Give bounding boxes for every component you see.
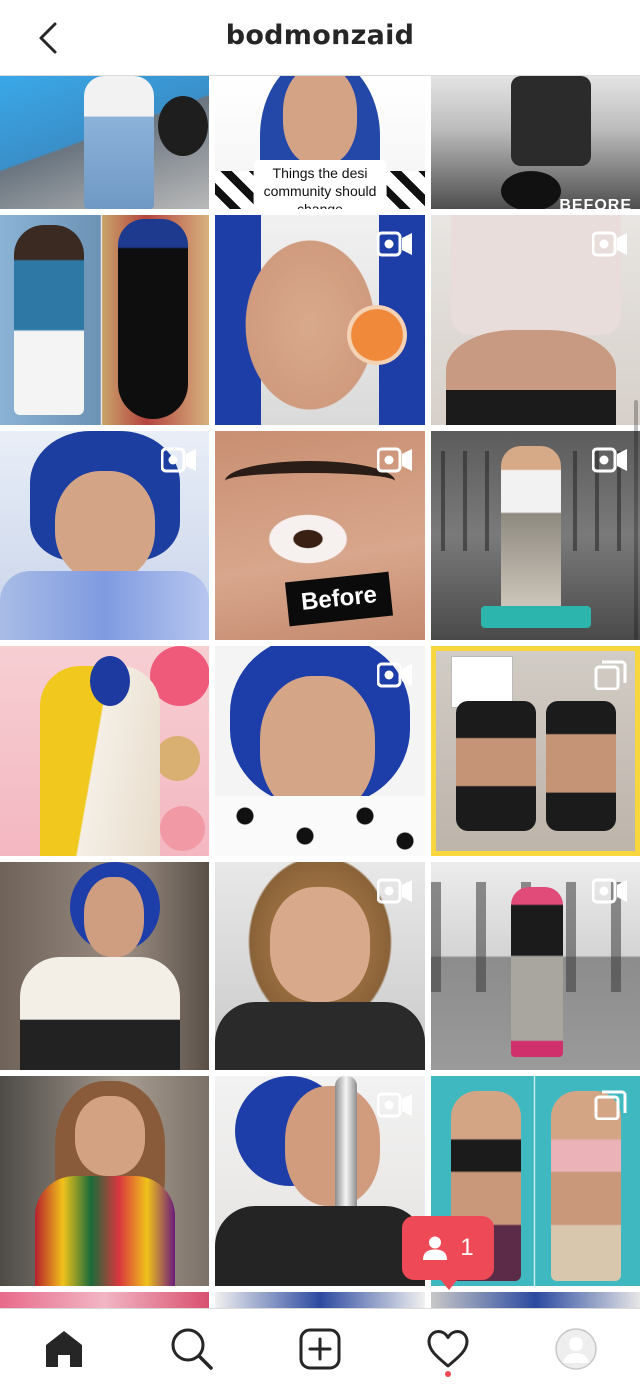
post-tile[interactable]: [215, 862, 425, 1070]
profile-username-title: bodmonzaid: [225, 20, 415, 51]
post-tile[interactable]: [0, 215, 209, 425]
person-icon: [423, 1236, 448, 1260]
caption-line: Things the desi: [272, 165, 368, 181]
video-caption: Things the desi community should change: [253, 160, 387, 209]
nav-home[interactable]: [42, 1327, 86, 1371]
before-corner-label: BEFORE: [559, 197, 632, 209]
video-icon: [592, 447, 627, 473]
bottom-navigation: [0, 1308, 640, 1386]
video-icon: [377, 231, 412, 257]
avatar-icon: [555, 1328, 597, 1370]
nav-profile[interactable]: [554, 1327, 598, 1371]
post-tile[interactable]: BEFORE: [431, 76, 640, 209]
post-tile[interactable]: [215, 646, 425, 856]
notification-count: 1: [460, 1234, 474, 1261]
nav-search[interactable]: [170, 1327, 214, 1371]
post-tile[interactable]: [0, 646, 209, 856]
video-icon: [377, 447, 412, 473]
post-tile[interactable]: [215, 1292, 425, 1308]
post-tile[interactable]: [431, 215, 640, 425]
scrollbar[interactable]: [634, 400, 638, 640]
nav-new-post[interactable]: [298, 1327, 342, 1371]
video-icon: [377, 1092, 412, 1118]
post-tile[interactable]: [0, 1076, 209, 1286]
heart-icon: [427, 1330, 469, 1368]
video-icon: [592, 231, 627, 257]
post-tile[interactable]: [215, 1076, 425, 1286]
post-tile[interactable]: [431, 646, 640, 856]
top-header: bodmonzaid: [0, 0, 640, 76]
post-tile[interactable]: [0, 431, 209, 640]
carousel-icon: [594, 660, 627, 690]
plus-square-icon: [299, 1328, 341, 1370]
posts-grid: Things the desi community should change …: [0, 76, 640, 1308]
post-tile[interactable]: [0, 862, 209, 1070]
post-tile[interactable]: Before: [215, 431, 425, 640]
follower-notification-bubble[interactable]: 1: [402, 1216, 494, 1290]
post-tile[interactable]: [431, 1292, 640, 1308]
post-tile[interactable]: Things the desi community should change: [215, 76, 425, 209]
notification-pointer: [440, 1279, 458, 1290]
caption-line: change: [297, 201, 343, 209]
video-icon: [592, 878, 627, 904]
video-icon: [377, 878, 412, 904]
search-icon: [171, 1328, 213, 1370]
activity-indicator-dot: [445, 1371, 451, 1377]
home-icon: [46, 1331, 82, 1367]
caption-line: community should: [263, 183, 377, 199]
nav-activity[interactable]: [426, 1327, 470, 1371]
post-tile[interactable]: [0, 76, 209, 209]
carousel-icon: [594, 1090, 627, 1120]
post-tile[interactable]: [0, 1292, 209, 1308]
video-icon: [161, 447, 196, 473]
post-tile[interactable]: [215, 215, 425, 425]
post-tile[interactable]: [431, 862, 640, 1070]
post-tile[interactable]: [431, 431, 640, 640]
video-icon: [377, 662, 412, 688]
